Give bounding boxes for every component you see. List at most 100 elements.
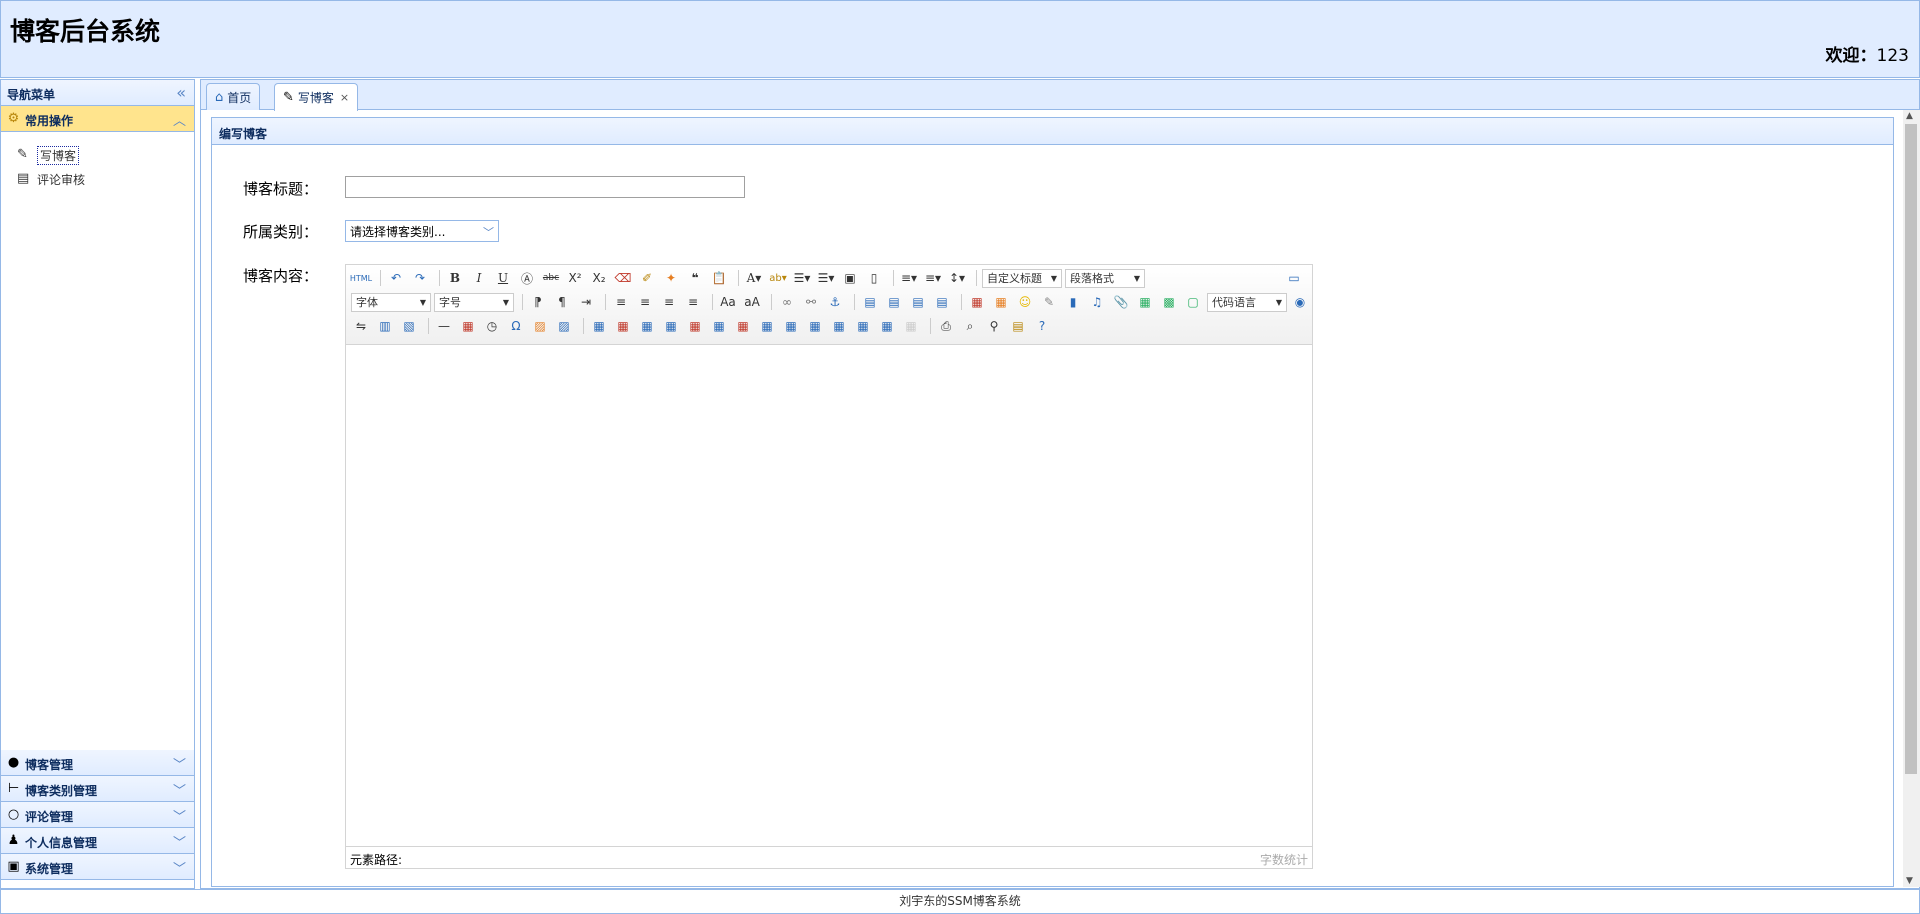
auto-format-icon[interactable]: ✦: [661, 268, 681, 288]
line-height-icon[interactable]: ↕▾: [947, 268, 967, 288]
edit-tip-icon[interactable]: ▨: [554, 316, 574, 336]
horizontal-rule-icon[interactable]: —: [434, 316, 454, 336]
delete-col-icon[interactable]: ▦: [733, 316, 753, 336]
fullscreen-icon[interactable]: ▭: [1284, 268, 1304, 288]
split-cells-icon[interactable]: ▦: [829, 316, 849, 336]
ordered-list-icon[interactable]: ☰▾: [792, 268, 812, 288]
nav-item-comment-review[interactable]: ▤ 评论审核: [17, 170, 85, 188]
subscript-icon[interactable]: X₂: [589, 268, 609, 288]
accordion-blog-manage[interactable]: ● 博客管理 ﹀: [1, 750, 194, 776]
html-source-icon[interactable]: HTML: [350, 268, 372, 288]
delete-table-icon[interactable]: ▦: [613, 316, 633, 336]
chevron-down-icon[interactable]: ﹀: [173, 780, 186, 799]
back-color-icon[interactable]: ab▾: [768, 268, 788, 288]
align-right-icon[interactable]: ≡: [659, 292, 679, 312]
insert-image-icon[interactable]: ▦: [991, 292, 1011, 312]
select-all-icon[interactable]: ▣: [840, 268, 860, 288]
paste-plain-icon[interactable]: 📋: [709, 268, 729, 288]
underline-icon[interactable]: U: [493, 268, 513, 288]
unlink-icon[interactable]: ⚯: [801, 292, 821, 312]
tab-home[interactable]: ⌂ 首页: [206, 83, 261, 110]
vertical-scrollbar[interactable]: ▲ ▼: [1903, 110, 1920, 887]
template-icon[interactable]: ▥: [375, 316, 395, 336]
font-size-combo[interactable]: 字号 ▼: [434, 292, 514, 312]
format-brush-icon[interactable]: ✐: [637, 268, 657, 288]
align-left-icon[interactable]: ≡: [611, 292, 631, 312]
paragraph-combo[interactable]: 段落格式 ▼: [1065, 268, 1145, 288]
eraser-icon[interactable]: ⌫: [613, 268, 633, 288]
delete-row-icon[interactable]: ▦: [685, 316, 705, 336]
chevron-down-icon[interactable]: ﹀: [173, 806, 186, 825]
image-left-icon[interactable]: ▤: [884, 292, 904, 312]
anchor-icon[interactable]: ⚓: [825, 292, 845, 312]
blog-title-input[interactable]: [345, 176, 745, 198]
bold-icon[interactable]: B: [445, 268, 465, 288]
nav-item-write-blog[interactable]: ✎ 写博客: [17, 145, 80, 165]
background-icon[interactable]: ◉: [1290, 292, 1310, 312]
row-spacing-bottom-icon[interactable]: ≡▾: [923, 268, 943, 288]
time-icon[interactable]: ◷: [482, 316, 502, 336]
scroll-up-arrow-icon[interactable]: ▲: [1906, 111, 1913, 121]
insert-frame-icon[interactable]: ▢: [1183, 292, 1203, 312]
rtl-icon[interactable]: ¶: [552, 292, 572, 312]
double-chevron-left-icon[interactable]: «: [176, 83, 186, 102]
tab-write-blog[interactable]: ✎ 写博客 ×: [274, 83, 359, 111]
chevron-down-icon[interactable]: ﹀: [173, 858, 186, 877]
accordion-profile-manage[interactable]: ♟ 个人信息管理 ﹀: [1, 828, 194, 854]
background-image-icon[interactable]: ▧: [399, 316, 419, 336]
code-language-combo[interactable]: 代码语言 ▼: [1207, 292, 1287, 312]
map-icon[interactable]: ▦: [1135, 292, 1155, 312]
accordion-blog-type-manage[interactable]: ⊢ 博客类别管理 ﹀: [1, 776, 194, 802]
merge-cells-icon[interactable]: ▦: [757, 316, 777, 336]
accordion-system-manage[interactable]: ▣ 系统管理 ﹀: [1, 854, 194, 880]
accordion-comment-manage[interactable]: ○ 评论管理 ﹀: [1, 802, 194, 828]
help-icon[interactable]: ?: [1032, 316, 1052, 336]
font-color-icon[interactable]: A▾: [744, 268, 764, 288]
strikethrough-icon[interactable]: abc: [541, 268, 561, 288]
to-uppercase-icon[interactable]: Aa: [718, 292, 738, 312]
emotion-icon[interactable]: ☺: [1015, 292, 1035, 312]
font-border-icon[interactable]: Ⓐ: [517, 268, 537, 288]
blog-type-select[interactable]: 请选择博客类别... ﹀: [345, 220, 499, 242]
preview-icon[interactable]: ⌕: [960, 316, 980, 336]
attachment-icon[interactable]: 📎: [1111, 292, 1131, 312]
superscript-icon[interactable]: X²: [565, 268, 585, 288]
font-family-combo[interactable]: 字体 ▼: [351, 292, 431, 312]
chevron-down-icon[interactable]: ﹀: [173, 754, 186, 773]
music-icon[interactable]: ♫: [1087, 292, 1107, 312]
insert-paragraph-before-table-icon[interactable]: ▦: [637, 316, 657, 336]
chart-icon[interactable]: ▦: [901, 316, 921, 336]
blockquote-icon[interactable]: ❝: [685, 268, 705, 288]
date-icon[interactable]: ▦: [458, 316, 478, 336]
italic-icon[interactable]: I: [469, 268, 489, 288]
scroll-down-arrow-icon[interactable]: ▼: [1906, 876, 1913, 886]
merge-down-icon[interactable]: ▦: [805, 316, 825, 336]
scrawl-icon[interactable]: ✎: [1039, 292, 1059, 312]
row-spacing-top-icon[interactable]: ≡▾: [899, 268, 919, 288]
insert-row-icon[interactable]: ▦: [661, 316, 681, 336]
merge-right-icon[interactable]: ▦: [781, 316, 801, 336]
insert-col-icon[interactable]: ▦: [709, 316, 729, 336]
image-none-icon[interactable]: ▤: [860, 292, 880, 312]
simple-upload-icon[interactable]: ▦: [967, 292, 987, 312]
drafts-icon[interactable]: ▤: [1008, 316, 1028, 336]
word-image-icon[interactable]: ▨: [530, 316, 550, 336]
special-chars-icon[interactable]: Ω: [506, 316, 526, 336]
insert-video-icon[interactable]: ▮: [1063, 292, 1083, 312]
tab-close-icon[interactable]: ×: [340, 91, 349, 104]
unordered-list-icon[interactable]: ☰▾: [816, 268, 836, 288]
accordion-common-ops[interactable]: ⚙ 常用操作 ︿: [1, 106, 194, 132]
insert-table-icon[interactable]: ▦: [589, 316, 609, 336]
search-replace-icon[interactable]: ⚲: [984, 316, 1004, 336]
undo-icon[interactable]: ↶: [386, 268, 406, 288]
link-icon[interactable]: ∞: [777, 292, 797, 312]
editor-content-area[interactable]: [346, 345, 1312, 847]
scroll-thumb[interactable]: [1905, 124, 1917, 774]
page-break-icon[interactable]: ⇋: [351, 316, 371, 336]
chevron-up-icon[interactable]: ︿: [173, 110, 186, 129]
redo-icon[interactable]: ↷: [410, 268, 430, 288]
gmap-icon[interactable]: ▩: [1159, 292, 1179, 312]
clear-doc-icon[interactable]: ▯: [864, 268, 884, 288]
image-center-icon[interactable]: ▤: [932, 292, 952, 312]
custom-title-combo[interactable]: 自定义标题 ▼: [982, 268, 1062, 288]
